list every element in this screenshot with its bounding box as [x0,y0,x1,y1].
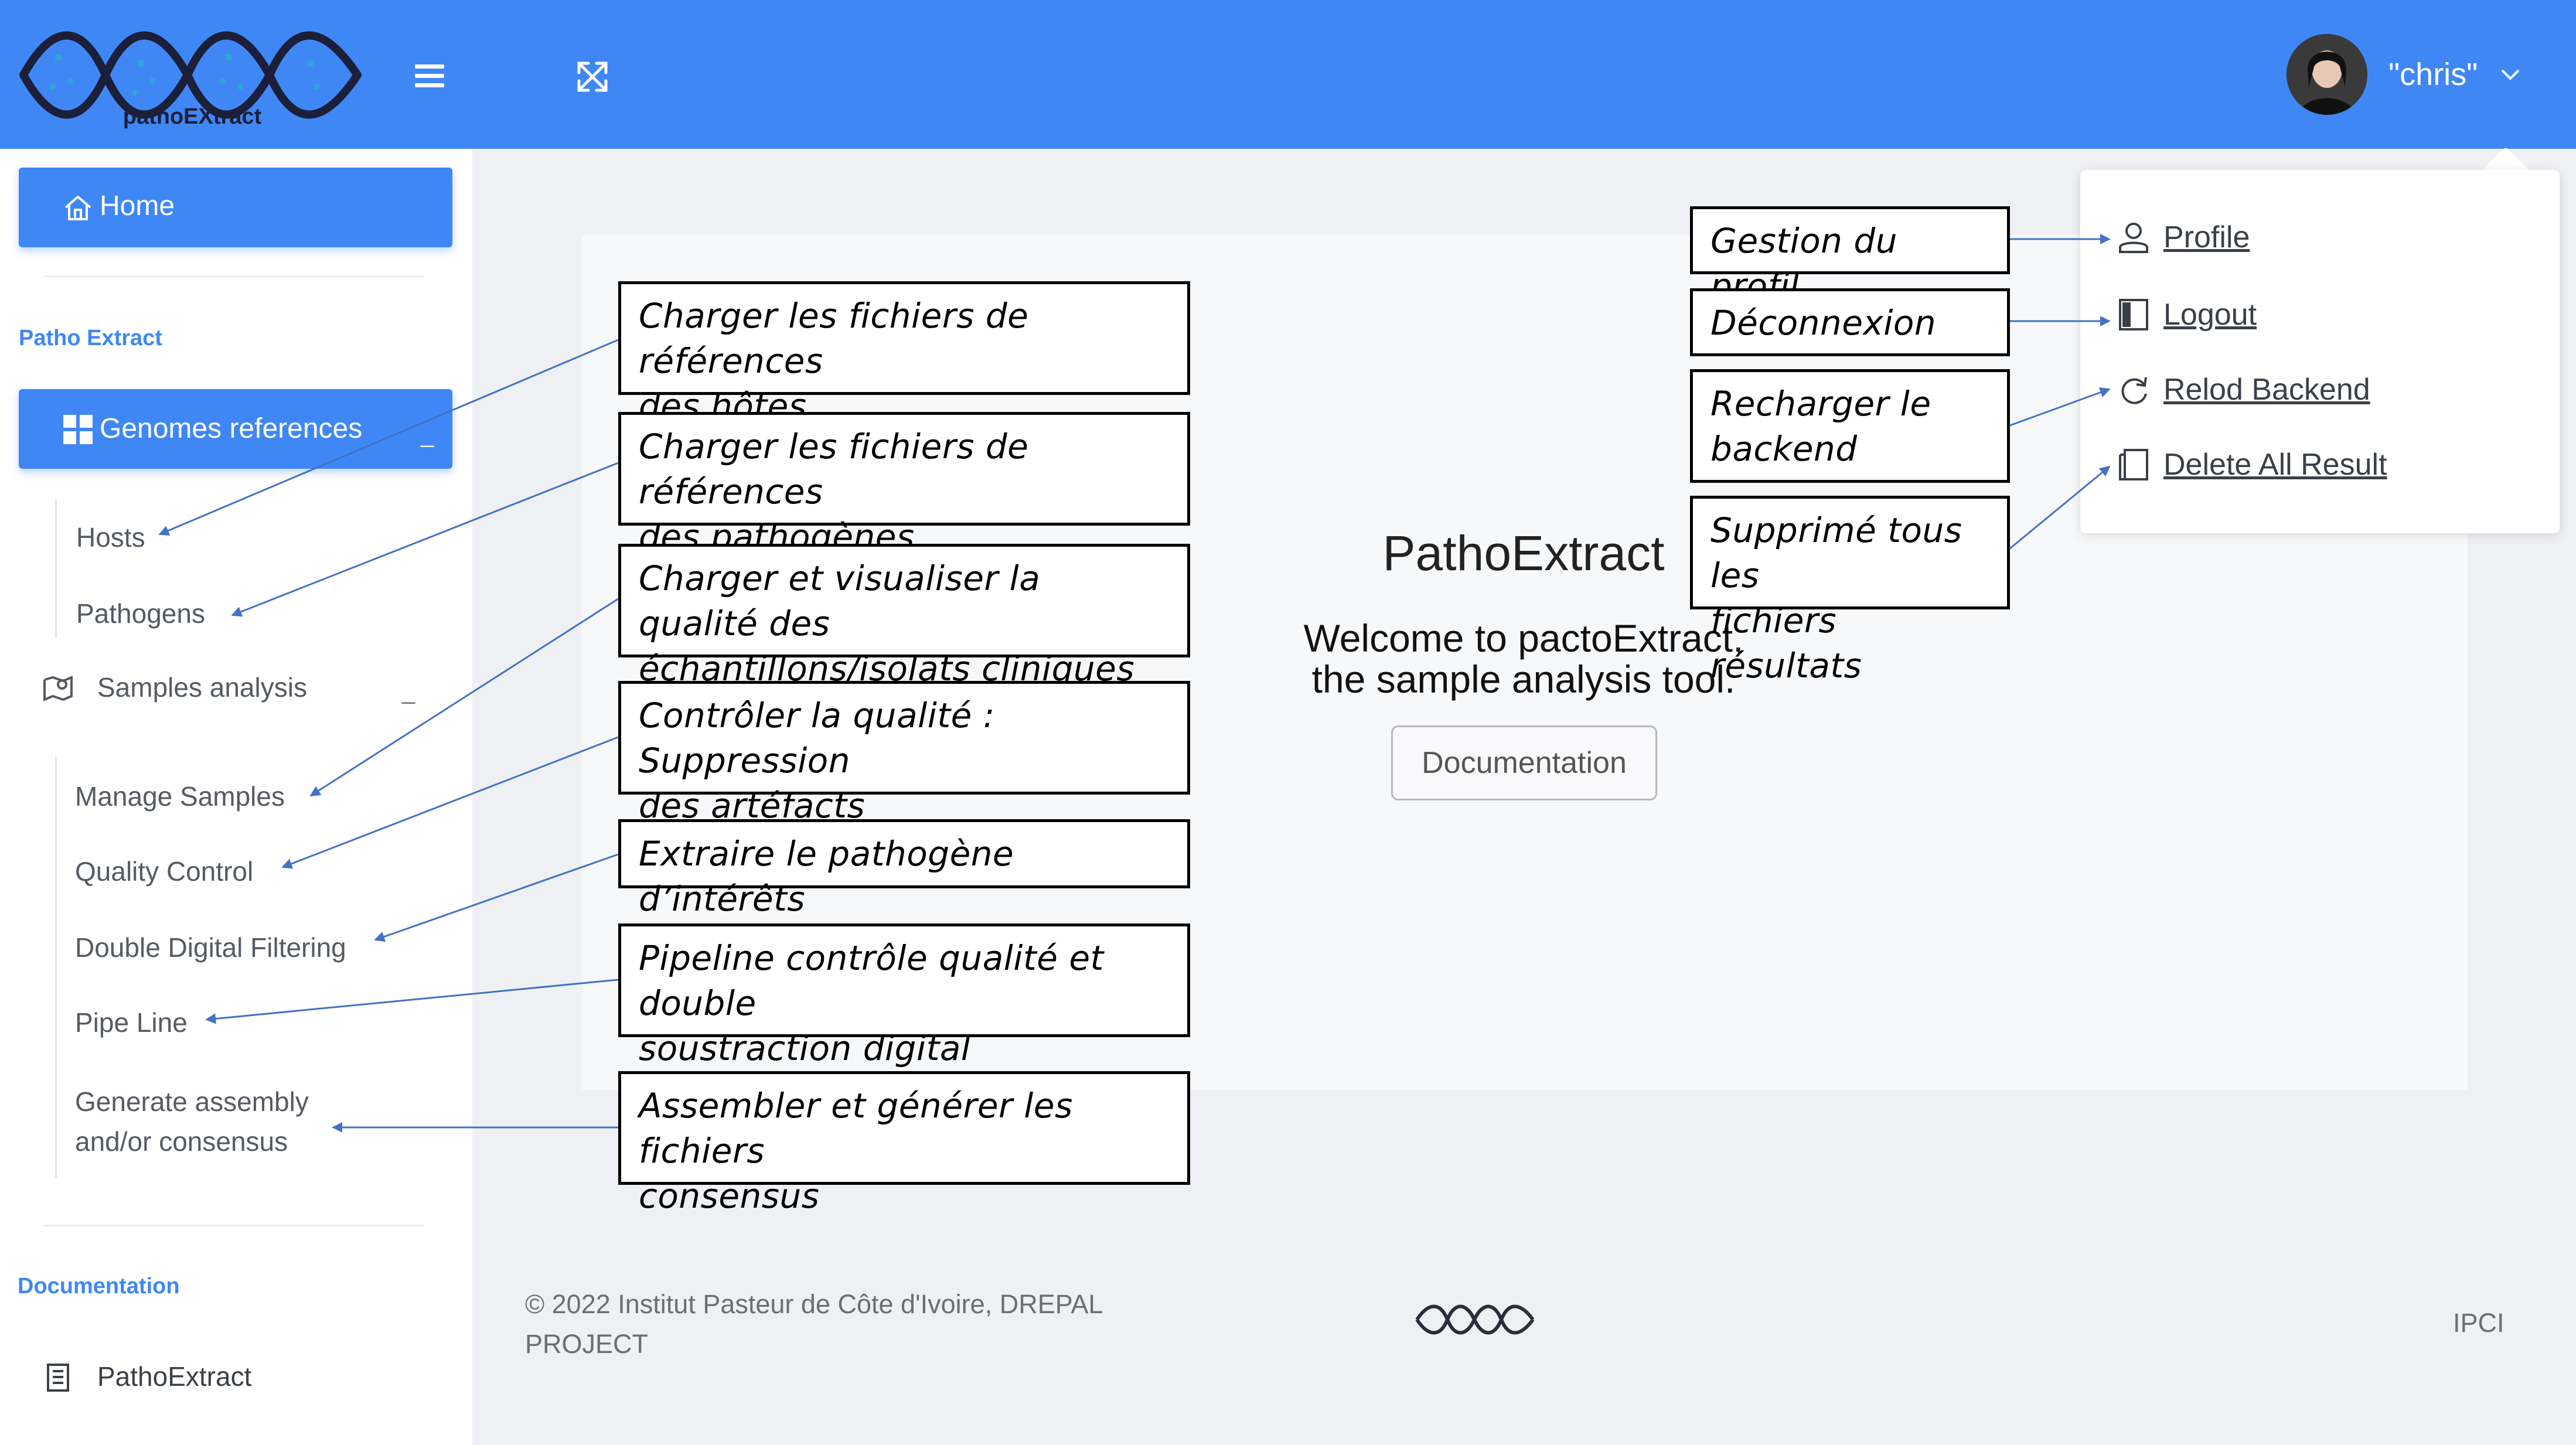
fullscreen-icon[interactable] [574,59,611,95]
section-title-documentation: Documentation [18,1274,180,1299]
footer-copyright-line2: PROJECT [525,1329,649,1359]
reload-icon [2121,377,2147,404]
documentation-button[interactable]: Documentation [1391,725,1657,800]
profile-label: Profile [2163,220,2250,254]
annotation-profile: Gestion du profil [1690,206,2010,306]
delete-document-icon [2119,449,2148,480]
menu-item-logout[interactable]: Logout [2117,294,2257,335]
annotation-line: Contrôler la qualité : Suppression [639,696,995,781]
footer-logo [1415,1304,1535,1335]
menu-item-reload-backend[interactable]: Relod Backend [2117,369,2370,410]
user-avatar[interactable] [2287,34,2367,115]
menu-item-profile[interactable]: Profile [2117,217,2250,258]
sidebar-item-quality-control[interactable]: Quality Control [75,856,253,887]
annotation-line: Assembler et générer les fichiers [639,1086,1073,1171]
home-icon [64,196,91,220]
user-icon [2119,223,2148,253]
annotation-hosts: Charger les fichiers de références des h… [618,281,1190,426]
top-header-bar [0,0,2576,149]
annotation-manage-samples: Charger et visualiser la qualité des éch… [618,544,1190,689]
annotation-line: backend [1710,429,1858,469]
sidebar-item-home[interactable]: Home [19,168,452,247]
annotation-double-digital: Extraire le pathogène d’intérêts [618,819,1190,919]
annotation-quality-control: Contrôler la qualité : Suppression des a… [618,681,1190,826]
annotation-line: Pipeline contrôle qualité et double [639,938,1104,1023]
sidebar-item-genomes-references[interactable]: Genomes references _ [19,389,452,469]
grid-icon [63,415,93,444]
submenu-guide-line [55,499,57,638]
annotation-line: Recharger le [1710,384,1931,424]
section-title-patho-extract: Patho Extract [19,326,162,350]
sidebar-item-generate-assembly[interactable]: Generate assembly and/or consensus [75,1082,309,1161]
sidebar-item-pipe-line[interactable]: Pipe Line [75,1007,188,1038]
generate-assembly-line2: and/or consensus [75,1126,288,1157]
annotation-delete: Supprimé tous les fichiers résultats [1690,496,2010,686]
logout-label: Logout [2163,298,2257,332]
annotation-line: Déconnexion [1710,303,1937,343]
map-pin-icon [42,673,74,702]
menu-item-delete-all-result[interactable]: Delete All Result [2117,444,2387,485]
annotation-line: consensus [639,1176,820,1216]
footer-ipci: IPCI [2453,1308,2505,1338]
sidebar-item-pathoextract-docs[interactable]: PathoExtract [97,1361,251,1392]
reload-backend-label: Relod Backend [2163,373,2370,407]
logo-text: pathoEXtract [122,104,262,129]
sidebar-item-manage-samples[interactable]: Manage Samples [75,781,285,812]
annotation-line: soustraction digital [639,1028,971,1068]
sidebar-divider [43,1225,424,1226]
hamburger-menu-icon[interactable] [410,59,449,94]
chevron-down-icon[interactable] [2500,66,2521,83]
collapse-toggle[interactable]: _ [402,679,415,705]
annotation-line: Charger les fichiers de références [639,427,1029,512]
annotation-line: Charger les fichiers de références [639,296,1029,381]
genomes-references-label: Genomes references [100,413,363,444]
generate-assembly-line1: Generate assembly [75,1086,309,1117]
annotation-reload: Recharger le backend [1690,369,2010,483]
annotation-line: Extraire le pathogène d’intérêts [639,834,1014,919]
annotation-pipeline: Pipeline contrôle qualité et double sous… [618,923,1190,1068]
sidebar-divider [43,275,424,277]
annotation-pathogens: Charger les fichiers de références des p… [618,412,1190,557]
annotation-line: Supprimé tous les [1710,510,1962,595]
app-title: PathoExtract [1382,526,1665,581]
annotation-line: Charger et visualiser la qualité des [639,558,1041,643]
document-icon [46,1363,71,1392]
footer-copyright-line1: © 2022 Institut Pasteur de Côte d'Ivoire… [525,1289,1103,1319]
sidebar-item-double-digital-filtering[interactable]: Double Digital Filtering [75,932,346,963]
footer-copyright: © 2022 Institut Pasteur de Côte d'Ivoire… [525,1284,1228,1364]
annotation-assembly: Assembler et générer les fichiers consen… [618,1071,1190,1216]
sidebar-item-hosts[interactable]: Hosts [76,522,145,553]
user-name[interactable]: "chris" [2388,56,2478,93]
delete-all-result-label: Delete All Result [2163,448,2387,482]
sidebar-item-samples-analysis[interactable]: Samples analysis [97,672,307,703]
home-label: Home [100,190,175,221]
submenu-guide-line [55,757,57,1178]
annotation-line: fichiers résultats [1710,601,1862,686]
sidebar-item-pathogens[interactable]: Pathogens [76,598,205,629]
collapse-toggle[interactable]: _ [421,422,434,448]
logout-icon [2119,299,2148,330]
annotation-logout: Déconnexion [1690,288,2010,356]
